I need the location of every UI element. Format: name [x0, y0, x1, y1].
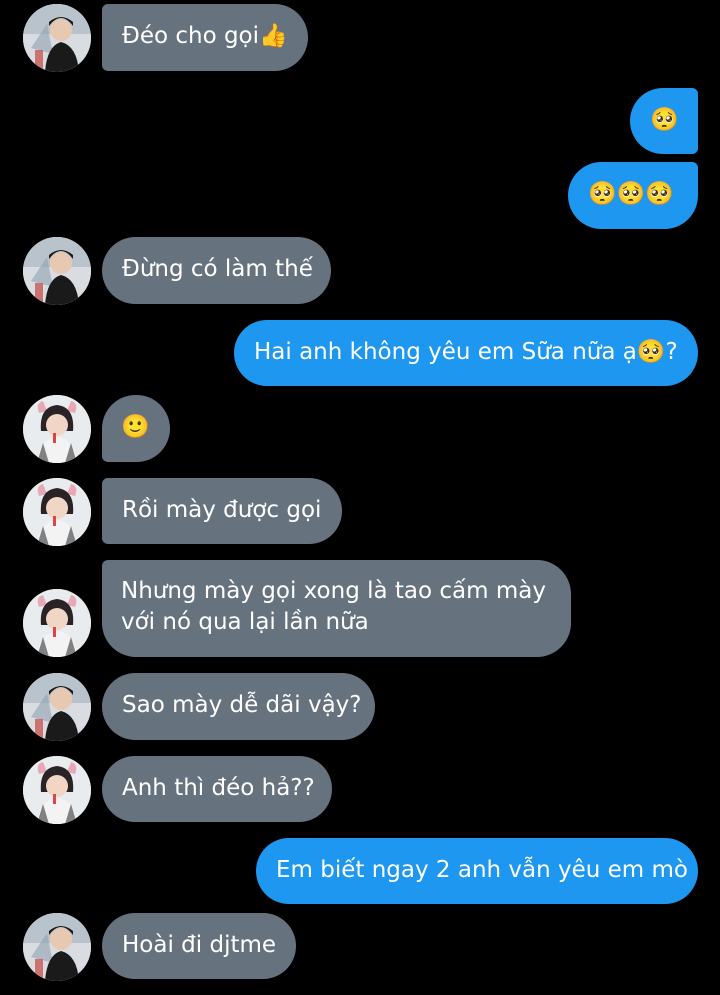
message-text: Nhưng mày gọi xong là tao cấm mày với nó… — [121, 578, 546, 635]
message-text: Sao mày dễ dãi vậy? — [122, 692, 362, 718]
girl-avatar-image — [23, 395, 91, 463]
avatar[interactable] — [23, 589, 91, 657]
avatar[interactable] — [23, 673, 91, 741]
incoming-message-bubble[interactable]: Sao mày dễ dãi vậy? — [102, 673, 375, 740]
message-text: Đừng có làm thế — [122, 256, 313, 282]
avatar[interactable] — [23, 756, 91, 824]
boy-avatar-image — [23, 237, 91, 305]
avatar[interactable] — [23, 4, 91, 72]
avatar[interactable] — [23, 237, 91, 305]
message-text: Hoài đi djtme — [122, 932, 277, 958]
incoming-message-bubble[interactable]: Đéo cho gọi👍 — [102, 4, 308, 71]
message-text: 🥺 — [650, 107, 679, 133]
avatar[interactable] — [23, 478, 91, 546]
outgoing-message-bubble[interactable]: Em biết ngay 2 anh vẫn yêu em mò — [256, 838, 698, 904]
message-text: Đéo cho gọi👍 — [122, 23, 288, 49]
outgoing-message-bubble[interactable]: 🥺🥺🥺 — [568, 162, 698, 229]
message-text: 🙂 — [121, 414, 150, 440]
incoming-message-bubble[interactable]: Rồi mày được gọi — [102, 478, 342, 544]
incoming-message-bubble[interactable]: Đừng có làm thế — [102, 237, 331, 304]
boy-avatar-image — [23, 673, 91, 741]
incoming-message-bubble[interactable]: Hoài đi djtme — [102, 913, 296, 979]
girl-avatar-image — [23, 756, 91, 824]
outgoing-message-bubble[interactable]: 🥺 — [630, 88, 698, 154]
girl-avatar-image — [23, 589, 91, 657]
outgoing-message-bubble[interactable]: Hai anh không yêu em Sữa nữa ạ🥺? — [234, 320, 698, 386]
incoming-message-bubble[interactable]: Nhưng mày gọi xong là tao cấm mày với nó… — [102, 560, 571, 657]
message-text: Hai anh không yêu em Sữa nữa ạ🥺? — [254, 339, 678, 365]
message-text: Anh thì đéo hả?? — [122, 775, 315, 801]
boy-avatar-image — [23, 4, 91, 72]
incoming-message-bubble[interactable]: 🙂 — [102, 395, 170, 462]
avatar[interactable] — [23, 913, 91, 981]
incoming-message-bubble[interactable]: Anh thì đéo hả?? — [102, 756, 332, 822]
boy-avatar-image — [23, 913, 91, 981]
message-text: 🥺🥺🥺 — [588, 181, 674, 207]
avatar[interactable] — [23, 395, 91, 463]
girl-avatar-image — [23, 478, 91, 546]
message-text: Em biết ngay 2 anh vẫn yêu em mò — [276, 857, 689, 883]
message-text: Rồi mày được gọi — [122, 497, 322, 523]
